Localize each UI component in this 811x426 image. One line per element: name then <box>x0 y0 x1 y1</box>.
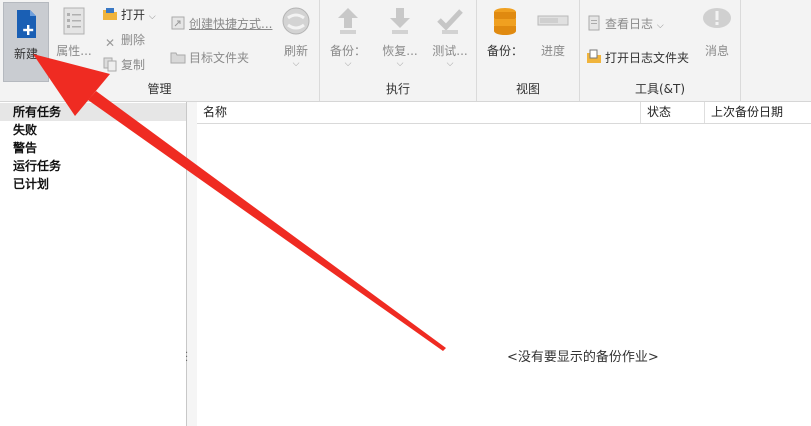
chevron-down-icon: ⌵ <box>344 59 352 69</box>
group-label-execute: 执行 <box>385 82 410 96</box>
checkmark-icon <box>437 9 463 34</box>
view-log-label: 查看日志 <box>605 17 654 31</box>
create-shortcut-button[interactable]: 创建快捷方式... <box>170 14 272 34</box>
column-header-name[interactable]: 名称 <box>197 102 641 123</box>
open-button-label: 打开 <box>121 8 146 22</box>
backup-run-button[interactable]: 备份： ⌵ <box>328 4 368 69</box>
open-log-folder-button[interactable]: 打开日志文件夹 <box>586 48 689 68</box>
open-button[interactable]: 打开 ⌵ <box>102 5 156 25</box>
delete-button-label: 删除 <box>121 33 146 47</box>
copy-button[interactable]: 复制 <box>102 55 145 75</box>
shortcut-icon <box>171 16 185 30</box>
tree-item-scheduled[interactable]: 已计划 <box>0 175 186 193</box>
target-folder-label: 目标文件夹 <box>189 51 250 65</box>
tree-item-all-tasks[interactable]: 所有任务 <box>0 103 186 121</box>
pane-splitter[interactable] <box>187 102 197 426</box>
copy-button-label: 复制 <box>121 58 146 72</box>
refresh-button[interactable]: 刷新 ⌵ <box>277 4 315 69</box>
new-document-icon <box>17 10 36 38</box>
ribbon-group-view: 备份： 进度 视图 <box>477 0 580 101</box>
open-folder-icon <box>103 8 117 20</box>
view-backup-label: 备份： <box>486 44 523 58</box>
delete-button[interactable]: ✕ 删除 <box>102 30 145 50</box>
refresh-button-label: 刷新 <box>283 44 308 58</box>
chevron-down-icon[interactable]: ⌵ <box>657 21 664 31</box>
log-folder-icon <box>587 49 601 63</box>
refresh-globe-icon <box>282 7 310 35</box>
group-label-tools: 工具(&T) <box>634 82 686 96</box>
new-button-label: 新建 <box>13 47 38 61</box>
ribbon-group-manage: 新建 属性... 打开 ⌵ ✕ 删除 复制 创建快捷方式... 目标文件夹 刷新… <box>0 0 320 101</box>
open-log-folder-label: 打开日志文件夹 <box>605 51 690 65</box>
progress-button[interactable]: 进度 <box>532 4 574 59</box>
download-arrow-icon <box>390 8 410 34</box>
upload-arrow-icon <box>338 8 358 34</box>
tree-item-failed[interactable]: 失败 <box>0 121 186 139</box>
delete-x-icon: ✕ <box>104 36 116 50</box>
copy-icon <box>103 57 117 72</box>
ribbon: 新建 属性... 打开 ⌵ ✕ 删除 复制 创建快捷方式... 目标文件夹 刷新… <box>0 0 811 102</box>
create-shortcut-label: 创建快捷方式... <box>189 17 273 31</box>
ribbon-group-tools: 查看日志 ⌵ 打开日志文件夹 消息 工具(&T) <box>580 0 741 101</box>
view-backup-button[interactable]: 备份： <box>485 4 525 59</box>
backup-run-label: 备份： <box>329 44 366 58</box>
test-button[interactable]: 测试... ⌵ <box>428 4 472 69</box>
chevron-down-icon: ⌵ <box>446 59 454 69</box>
tree-item-warnings[interactable]: 警告 <box>0 139 186 157</box>
log-document-icon <box>588 15 600 31</box>
chevron-down-icon: ⌵ <box>396 59 404 69</box>
restore-label: 恢复... <box>382 44 418 58</box>
progress-bar-icon <box>537 15 569 26</box>
task-filter-tree: 所有任务 失败 警告 运行任务 已计划 <box>0 102 187 426</box>
view-log-button[interactable]: 查看日志 ⌵ <box>586 14 664 34</box>
empty-list-message: <没有要显示的备份作业> <box>507 350 659 365</box>
chevron-down-icon[interactable]: ⌵ <box>149 12 156 22</box>
progress-label: 进度 <box>540 44 565 58</box>
message-alert-icon <box>703 8 731 28</box>
group-label-manage: 管理 <box>147 82 172 96</box>
group-label-view: 视图 <box>515 82 540 96</box>
column-header-last-backup-date[interactable]: 上次备份日期 <box>705 102 811 123</box>
restore-button[interactable]: 恢复... ⌵ <box>378 4 422 69</box>
test-label: 测试... <box>432 44 468 58</box>
splitter-grip-icon[interactable]: · · · <box>185 349 188 367</box>
column-header-status[interactable]: 状态 <box>641 102 705 123</box>
ribbon-group-execute: 备份： ⌵ 恢复... ⌵ 测试... ⌵ 执行 <box>320 0 477 101</box>
messages-label: 消息 <box>704 44 729 58</box>
new-button[interactable]: 新建 <box>3 2 49 82</box>
chevron-down-icon: ⌵ <box>292 59 300 69</box>
folder-icon <box>170 52 186 64</box>
backup-job-list: 名称 状态 上次备份日期 <没有要显示的备份作业> <box>197 102 811 426</box>
tree-item-running[interactable]: 运行任务 <box>0 157 186 175</box>
properties-icon <box>63 7 85 35</box>
list-header: 名称 状态 上次备份日期 <box>197 102 811 124</box>
messages-button[interactable]: 消息 <box>698 4 736 59</box>
database-icon <box>494 8 516 35</box>
target-folder-button[interactable]: 目标文件夹 <box>170 48 249 68</box>
properties-button-label: 属性... <box>56 44 92 58</box>
properties-button[interactable]: 属性... <box>55 4 93 59</box>
